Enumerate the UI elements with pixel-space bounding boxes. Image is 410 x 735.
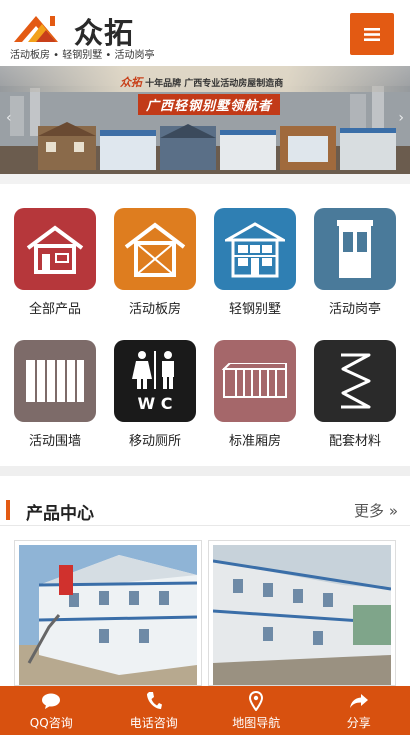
product-card[interactable] [14,540,202,686]
logo-roof-icon [14,16,58,42]
villa-icon [225,222,285,278]
logo[interactable]: 众拓 活动板房 • 轻钢别墅 • 活动岗亭 [10,10,155,61]
toilet-wc-icon: W C [132,351,174,413]
svg-text:W C: W C [138,394,173,413]
category-icon-tile [114,208,196,290]
nav-label: QQ咨询 [29,715,73,730]
brand-tagline: 活动板房 • 轻钢别墅 • 活动岗亭 [10,50,155,61]
banner-house-photos [38,122,396,170]
category-temporary-wall[interactable]: 活动围墙 [7,340,103,449]
category-label: 活动岗亭 [328,302,381,317]
banner-prev-arrow[interactable]: ‹ [6,110,12,126]
nav-qq-consult[interactable]: QQ咨询 [0,686,103,735]
nav-label: 地图导航 [232,715,281,730]
category-accessories[interactable]: 配套材料 [307,340,403,449]
category-label: 全部产品 [28,302,81,317]
category-standard-container[interactable]: 标准厢房 [207,340,303,449]
banner-slogan: 众拓 十年品牌 广西专业活动房屋制造商 [120,74,283,90]
banner-gap [0,174,410,184]
section-accent-bar [6,500,10,520]
category-prefab-house[interactable]: 活动板房 [107,208,203,317]
category-all-products[interactable]: 全部产品 [7,208,103,317]
phone-icon [146,691,162,711]
category-label: 活动围墙 [28,434,81,449]
product-list [0,540,410,686]
category-icon-tile [14,208,96,290]
category-label: 配套材料 [328,434,381,449]
banner-brand: 众拓 [120,76,142,89]
fence-wall-icon [26,360,84,402]
nav-map[interactable]: 地图导航 [205,686,308,735]
spring-material-icon [341,353,371,409]
category-icon-tile [14,340,96,422]
category-icon-tile [214,208,296,290]
category-mobile-toilet[interactable]: W C 移动厕所 [107,340,203,449]
banner-slogan-main: 广西专业活动房屋制造商 [184,79,284,89]
map-pin-icon [249,690,264,711]
category-label: 轻钢别墅 [228,302,281,317]
banner-next-arrow[interactable]: › [398,110,404,126]
container-room-icon [222,363,287,398]
product-card[interactable] [208,540,396,686]
category-icon-tile [314,208,396,290]
house-outline-icon [26,225,84,274]
nav-label: 分享 [346,715,371,730]
more-link[interactable]: 更多 » [354,500,398,521]
product-section-header: 产品中心 更多 » [0,490,410,526]
product-image [212,545,392,685]
category-steel-villa[interactable]: 轻钢别墅 [207,208,303,317]
category-guard-booth[interactable]: 活动岗亭 [307,208,403,317]
hero-banner[interactable]: 众拓 十年品牌 广西专业活动房屋制造商 广西轻钢别墅领航者 ‹ › [0,66,410,174]
banner-slogan-prefix: 十年品牌 [145,79,182,89]
page: 众拓 活动板房 • 轻钢别墅 • 活动岗亭 众拓 十年品牌 广西专业活动房屋制造… [0,0,410,735]
category-label: 标准厢房 [228,434,281,449]
nav-phone-consult[interactable]: 电话咨询 [103,686,206,735]
category-label: 活动板房 [128,302,181,317]
section-title: 产品中心 [26,504,94,524]
section-divider [0,466,410,476]
category-label: 移动厕所 [128,434,181,449]
bottom-nav: QQ咨询 电话咨询 地图导航 分享 [0,686,410,735]
category-icon-tile [214,340,296,422]
banner-headline: 广西轻钢别墅领航者 [138,94,281,115]
product-image [19,545,198,685]
nav-label: 电话咨询 [129,715,178,730]
header: 众拓 活动板房 • 轻钢别墅 • 活动岗亭 [0,0,410,66]
menu-button[interactable] [350,13,394,55]
house-frame-icon [124,222,186,277]
nav-share[interactable]: 分享 [308,686,410,735]
hamburger-icon [364,27,380,41]
share-arrow-icon [349,691,369,711]
guard-booth-icon [337,220,373,278]
chat-bubble-icon [41,691,61,711]
category-icon-tile: W C [114,340,196,422]
category-icon-tile [314,340,396,422]
